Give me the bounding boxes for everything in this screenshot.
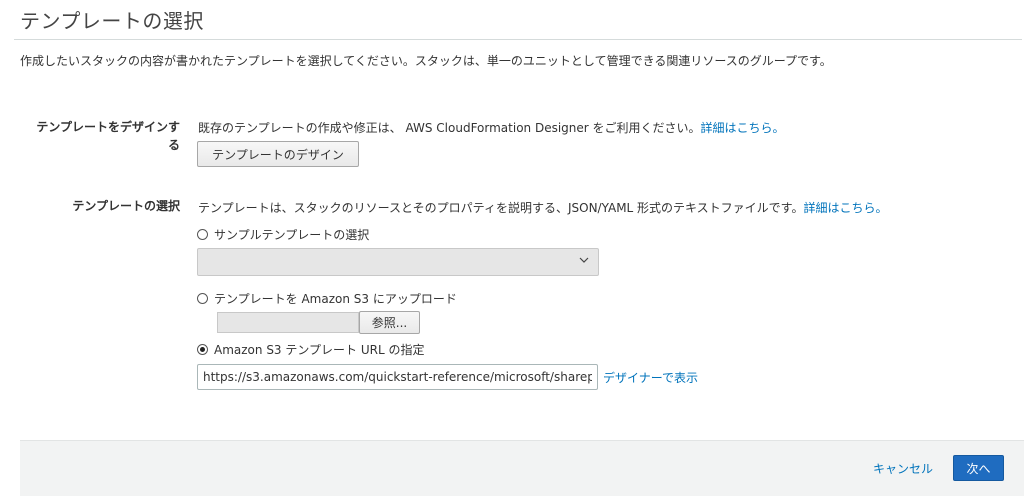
page-intro-text: 作成したいスタックの内容が書かれたテンプレートを選択してください。スタックは、単… bbox=[20, 54, 832, 68]
design-template-description: 既存のテンプレートの作成や修正は、 AWS CloudFormation Des… bbox=[198, 119, 785, 136]
design-template-label: テンプレートをデザインす る bbox=[22, 118, 180, 154]
browse-button[interactable]: 参照... bbox=[359, 311, 420, 334]
select-description-text: テンプレートは、スタックのリソースとそのプロパティを説明する、JSON/YAML… bbox=[198, 201, 804, 215]
view-in-designer-link[interactable]: デザイナーで表示 bbox=[603, 369, 698, 386]
url-template-radio[interactable] bbox=[197, 344, 208, 355]
template-selection-page: テンプレートの選択 作成したいスタックの内容が書かれたテンプレートを選択してくだ… bbox=[0, 0, 1024, 496]
design-template-label-line1: テンプレートをデザインす bbox=[36, 120, 180, 134]
next-button[interactable]: 次へ bbox=[953, 455, 1004, 481]
upload-template-radio[interactable] bbox=[197, 293, 208, 304]
select-details-link[interactable]: 詳細はこちら。 bbox=[804, 201, 888, 215]
page-title: テンプレートの選択 bbox=[20, 9, 204, 33]
design-template-button[interactable]: テンプレートのデザイン bbox=[197, 141, 359, 167]
chevron-down-icon bbox=[579, 257, 589, 263]
cancel-link[interactable]: キャンセル bbox=[873, 460, 933, 477]
url-template-option[interactable]: Amazon S3 テンプレート URL の指定 bbox=[197, 341, 424, 358]
design-description-text: 既存のテンプレートの作成や修正は、 AWS CloudFormation Des… bbox=[198, 121, 701, 135]
design-template-label-line2: る bbox=[167, 138, 180, 152]
sample-template-radio[interactable] bbox=[197, 229, 208, 240]
file-path-field[interactable] bbox=[217, 312, 359, 333]
title-divider bbox=[14, 39, 1022, 40]
sample-template-option[interactable]: サンプルテンプレートの選択 bbox=[197, 226, 369, 243]
sample-template-select[interactable] bbox=[197, 248, 599, 276]
select-template-label: テンプレートの選択 bbox=[72, 199, 180, 213]
sample-template-label: サンプルテンプレートの選択 bbox=[214, 228, 370, 242]
template-url-input[interactable] bbox=[197, 364, 598, 390]
design-details-link[interactable]: 詳細はこちら。 bbox=[701, 121, 785, 135]
url-template-label: Amazon S3 テンプレート URL の指定 bbox=[214, 343, 425, 357]
upload-template-option[interactable]: テンプレートを Amazon S3 にアップロード bbox=[197, 290, 457, 307]
upload-template-label: テンプレートを Amazon S3 にアップロード bbox=[214, 292, 457, 306]
select-template-description: テンプレートは、スタックのリソースとそのプロパティを説明する、JSON/YAML… bbox=[198, 199, 888, 216]
